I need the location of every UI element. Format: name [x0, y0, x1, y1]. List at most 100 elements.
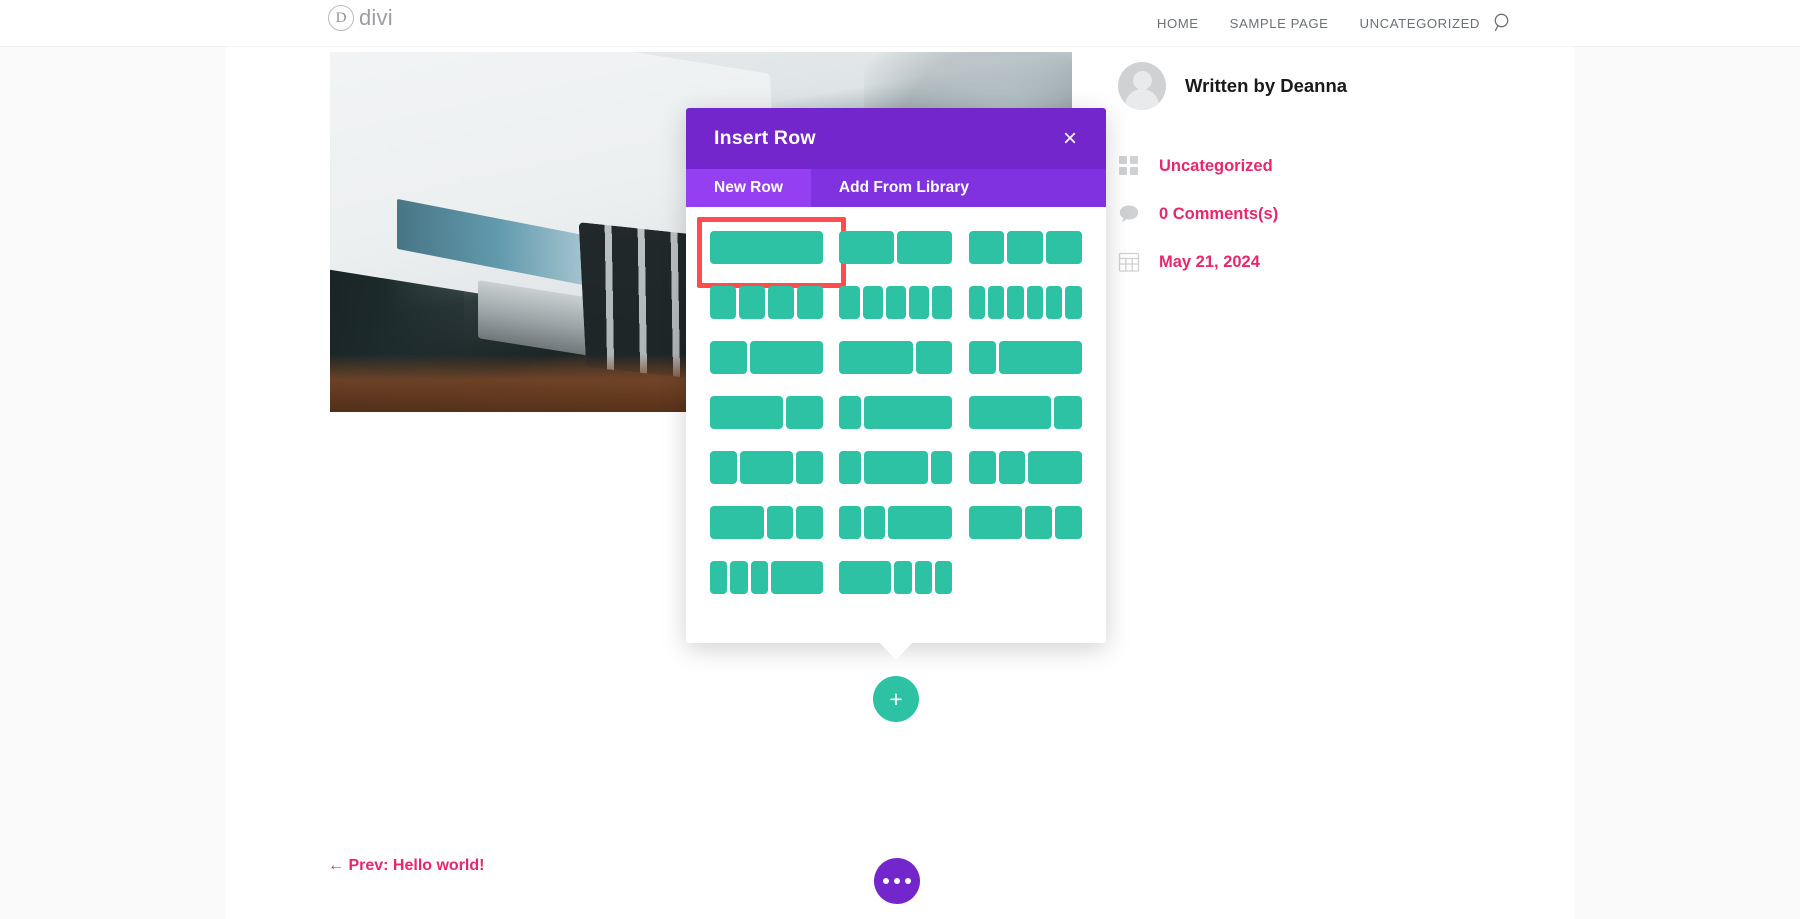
row-layout-column — [897, 231, 953, 264]
row-layout-column — [968, 231, 1005, 264]
row-layout-quarter-quarter-half[interactable] — [968, 451, 1082, 484]
add-row-button[interactable]: + — [873, 676, 919, 722]
row-layout-column — [1026, 286, 1044, 319]
modal-titlebar: Insert Row × — [686, 108, 1106, 169]
row-layout-column — [797, 286, 824, 319]
post-date-row: May 21, 2024 — [1118, 238, 1538, 286]
row-layout-column — [710, 341, 747, 374]
modal-title: Insert Row — [714, 127, 816, 149]
row-layout-column — [968, 396, 1052, 429]
tab-add-from-library[interactable]: Add From Library — [810, 169, 997, 207]
row-layout-column — [839, 506, 861, 539]
row-layout-half-quarter-quarter[interactable] — [710, 506, 824, 539]
row-layout-column — [1046, 286, 1063, 319]
row-layout-column — [894, 561, 912, 594]
row-layout-5-column[interactable] — [839, 286, 953, 319]
modal-pointer-arrow — [879, 642, 913, 660]
row-layout-column — [909, 286, 930, 319]
ellipsis-icon[interactable] — [874, 858, 920, 904]
row-layout-column — [1028, 451, 1082, 484]
post-category-link[interactable]: Uncategorized — [1159, 157, 1273, 176]
row-layout-column — [968, 451, 996, 484]
row-layout-1-column[interactable] — [697, 217, 847, 288]
row-layout-column — [885, 286, 907, 319]
row-layout-grid — [686, 207, 1106, 614]
post-date-link[interactable]: May 21, 2024 — [1159, 253, 1260, 272]
row-layout-column — [839, 561, 892, 594]
row-layout-2-column[interactable] — [839, 231, 953, 264]
row-layout-column — [1055, 506, 1082, 539]
row-layout-quarter-half-quarter[interactable] — [710, 451, 824, 484]
row-layout-one-fifth-four-fifth[interactable] — [839, 396, 953, 429]
row-layout-fifth-three-fifth-fifth[interactable] — [839, 451, 953, 484]
nav-item-uncategorized[interactable]: UNCATEGORIZED — [1360, 16, 1480, 31]
row-layout-column — [749, 341, 824, 374]
row-layout-column — [1007, 286, 1024, 319]
row-layout-column — [710, 561, 728, 594]
grid-icon — [1118, 155, 1140, 177]
row-layout-fifth-fifth-three-fifth[interactable] — [839, 506, 953, 539]
post-meta-sidebar: Written by Deanna Uncategorized 0 Commen… — [1118, 62, 1538, 286]
row-layout-column — [710, 506, 764, 539]
row-layout-column — [968, 341, 997, 374]
logo-wordmark: divi — [359, 5, 393, 30]
row-layout-three-quarter-one-quarter[interactable] — [968, 396, 1082, 429]
row-layout-column — [932, 286, 953, 319]
avatar-body — [1125, 88, 1159, 110]
row-layout-one-quarter-three-quarter[interactable] — [968, 341, 1082, 374]
row-layout-column — [710, 286, 737, 319]
row-layout-4-column[interactable] — [710, 286, 824, 319]
post-comments-link[interactable]: 0 Comments(s) — [1159, 205, 1278, 224]
row-layout-3-column[interactable] — [968, 231, 1082, 264]
post-author: Written by Deanna — [1118, 62, 1538, 110]
row-layout-column — [1046, 231, 1082, 264]
tab-new-row[interactable]: New Row — [686, 169, 811, 207]
row-layout-half-sixth-sixth-sixth[interactable] — [839, 561, 953, 594]
nav-item-sample-page[interactable]: SAMPLE PAGE — [1230, 16, 1329, 31]
ellipsis-dot — [894, 878, 900, 884]
row-layout-column — [935, 561, 953, 594]
row-layout-column — [796, 506, 824, 539]
insert-row-modal: Insert Row × New Row Add From Library — [686, 108, 1106, 660]
row-layout-column — [710, 396, 784, 429]
site-logo[interactable]: D divi — [328, 5, 393, 31]
row-layout-column — [786, 396, 824, 429]
site-header: D divi HOME SAMPLE PAGE UNCATEGORIZED — [0, 0, 1800, 46]
row-layout-column — [1025, 506, 1053, 539]
search-icon[interactable] — [1491, 11, 1515, 35]
row-layout-column — [739, 451, 794, 484]
author-name: Written by Deanna — [1185, 75, 1348, 96]
row-layout-one-third-two-thirds[interactable] — [710, 341, 824, 374]
row-layout-column — [915, 341, 953, 374]
row-layout-column — [710, 231, 824, 264]
row-layout-column — [839, 231, 895, 264]
row-layout-two-thirds-one-third-b[interactable] — [710, 396, 824, 429]
row-layout-column — [998, 451, 1026, 484]
row-layout-column — [931, 451, 953, 484]
calendar-icon — [1118, 251, 1140, 273]
ellipsis-dot — [905, 878, 911, 884]
row-layout-6-column[interactable] — [968, 286, 1082, 319]
row-layout-column — [839, 396, 862, 429]
row-layout-column — [839, 286, 860, 319]
row-layout-half-quarter-quarter-b[interactable] — [968, 506, 1082, 539]
row-layout-column — [796, 451, 824, 484]
row-layout-column — [864, 396, 953, 429]
row-layout-sixth-sixth-sixth-half[interactable] — [710, 561, 824, 594]
nav-item-home[interactable]: HOME — [1157, 16, 1199, 31]
prev-post-link[interactable]: ← Prev: Hello world! — [328, 857, 484, 875]
row-layout-column — [739, 286, 766, 319]
modal-tabs: New Row Add From Library — [686, 169, 1106, 207]
row-layout-two-thirds-one-third[interactable] — [839, 341, 953, 374]
row-layout-column — [999, 341, 1082, 374]
close-icon[interactable]: × — [1052, 121, 1088, 157]
row-layout-column — [766, 506, 794, 539]
divi-d-icon: D — [328, 5, 354, 31]
row-layout-column — [768, 286, 795, 319]
row-layout-column — [863, 451, 929, 484]
comment-bubble-icon — [1118, 203, 1140, 225]
row-layout-column — [771, 561, 824, 594]
avatar-head — [1132, 71, 1152, 91]
row-layout-column — [730, 561, 748, 594]
avatar — [1118, 62, 1166, 110]
